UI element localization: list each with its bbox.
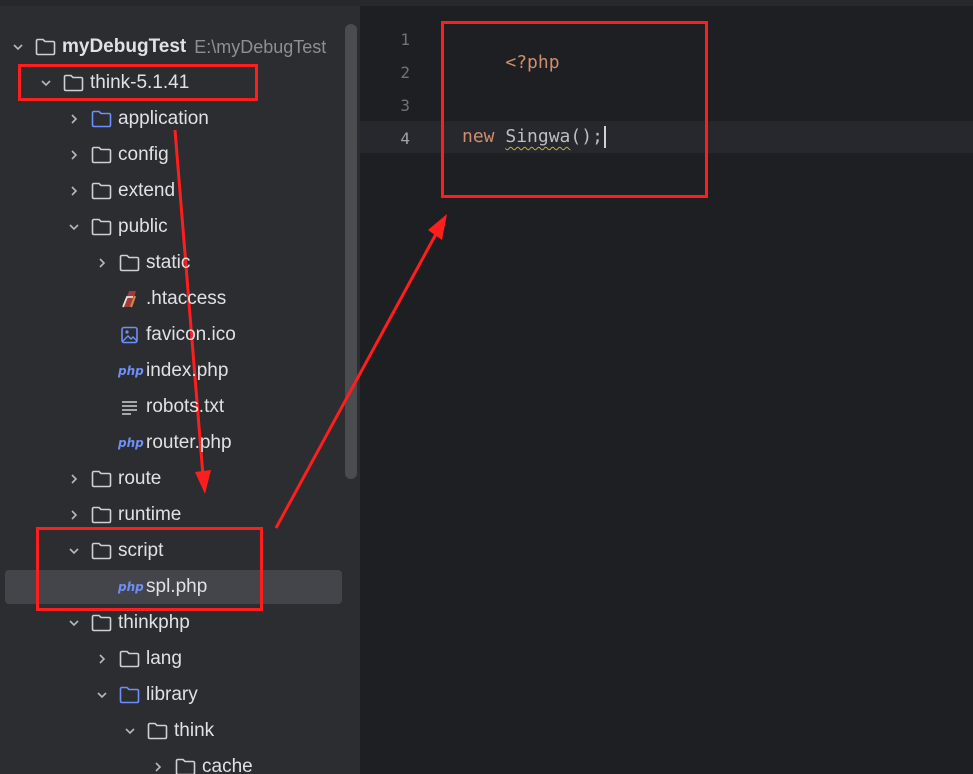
tree-root-row[interactable]: myDebugTest E:\myDebugTest — [0, 29, 360, 65]
php-badge: php — [118, 580, 144, 594]
tree-item-label: spl.php — [146, 576, 208, 597]
line-number: 2 — [400, 63, 410, 82]
tree-item-htaccess[interactable]: .htaccess — [0, 281, 360, 317]
folder-icon — [118, 649, 140, 669]
project-tree-panel: myDebugTest E:\myDebugTest think-5.1.41 a… — [0, 0, 360, 774]
chevron-right-icon[interactable] — [92, 649, 112, 669]
tree-item-label: route — [118, 468, 162, 489]
folder-icon — [146, 721, 168, 741]
folder-icon — [90, 541, 112, 561]
folder-icon — [118, 253, 140, 273]
tree-item-label: static — [146, 252, 191, 273]
chevron-down-icon[interactable] — [64, 217, 84, 237]
chevron-down-icon[interactable] — [64, 541, 84, 561]
tree-item-label: .htaccess — [146, 288, 227, 309]
tree-item-label: extend — [118, 180, 176, 201]
tree-item-application[interactable]: application — [0, 101, 360, 137]
tree-item-index-php[interactable]: php index.php — [0, 353, 360, 389]
folder-icon — [90, 181, 112, 201]
folder-icon — [62, 73, 84, 93]
chevron-down-icon[interactable] — [36, 73, 56, 93]
project-name: myDebugTest — [62, 36, 187, 57]
line-number-active: 4 — [400, 129, 410, 148]
folder-icon — [90, 505, 112, 525]
htaccess-file-icon — [118, 289, 140, 309]
tree-item-think[interactable]: think — [0, 713, 360, 749]
tree-item-route[interactable]: route — [0, 461, 360, 497]
chevron-right-icon[interactable] — [92, 253, 112, 273]
editor-header-strip — [360, 0, 973, 6]
chevron-right-icon[interactable] — [64, 181, 84, 201]
annotation-box-code — [441, 21, 708, 198]
chevron-down-icon[interactable] — [8, 37, 28, 57]
tree-item-label: application — [118, 108, 209, 129]
tree-item-public[interactable]: public — [0, 209, 360, 245]
project-path: E:\myDebugTest — [194, 36, 327, 57]
php-file-icon: php — [118, 361, 144, 381]
chevron-right-icon[interactable] — [64, 505, 84, 525]
tree-item-config[interactable]: config — [0, 137, 360, 173]
tree-item-favicon-ico[interactable]: favicon.ico — [0, 317, 360, 353]
folder-icon — [90, 469, 112, 489]
tree-item-cache[interactable]: cache — [0, 749, 360, 774]
tree-item-label: script — [118, 540, 164, 561]
tree-item-label: favicon.ico — [146, 324, 236, 345]
folder-blue-icon — [90, 109, 112, 129]
chevron-down-icon[interactable] — [64, 613, 84, 633]
chevron-down-icon[interactable] — [120, 721, 140, 741]
text-file-icon — [118, 397, 140, 417]
tree-item-label: thinkphp — [118, 612, 190, 633]
tree-item-label: public — [118, 216, 168, 237]
tree-header-strip — [0, 0, 360, 6]
php-badge: php — [118, 364, 144, 378]
tree-item-label: think — [174, 720, 215, 741]
tree-item-router-php[interactable]: php router.php — [0, 425, 360, 461]
tree-item-label: router.php — [146, 432, 232, 453]
chevron-down-icon[interactable] — [92, 685, 112, 705]
tree-item-robots-txt[interactable]: robots.txt — [0, 389, 360, 425]
tree-item-label: robots.txt — [146, 396, 225, 417]
image-file-icon — [118, 325, 140, 345]
chevron-right-icon[interactable] — [64, 469, 84, 489]
line-number: 3 — [400, 96, 410, 115]
tree-item-label: think-5.1.41 — [90, 72, 190, 93]
folder-icon — [90, 145, 112, 165]
tree-item-extend[interactable]: extend — [0, 173, 360, 209]
chevron-right-icon[interactable] — [64, 145, 84, 165]
php-file-icon: php — [118, 433, 144, 453]
tree-item-label: cache — [202, 756, 253, 774]
tree-item-label: config — [118, 144, 169, 165]
tree-item-lang[interactable]: lang — [0, 641, 360, 677]
chevron-right-icon[interactable] — [64, 109, 84, 129]
folder-blue-icon — [118, 685, 140, 705]
php-file-icon: php — [118, 577, 144, 597]
tree-item-static[interactable]: static — [0, 245, 360, 281]
tree-item-label: library — [146, 684, 198, 705]
tree-item-label: index.php — [146, 360, 229, 381]
folder-icon — [90, 217, 112, 237]
folder-icon — [34, 37, 56, 57]
tree-item-label: runtime — [118, 504, 182, 525]
tree-item-library[interactable]: library — [0, 677, 360, 713]
folder-icon — [174, 757, 196, 774]
chevron-right-icon[interactable] — [148, 757, 168, 774]
folder-icon — [90, 613, 112, 633]
tree-scrollbar[interactable] — [345, 24, 357, 479]
line-number: 1 — [400, 30, 410, 49]
php-badge: php — [118, 436, 144, 450]
tree-item-label: lang — [146, 648, 182, 669]
